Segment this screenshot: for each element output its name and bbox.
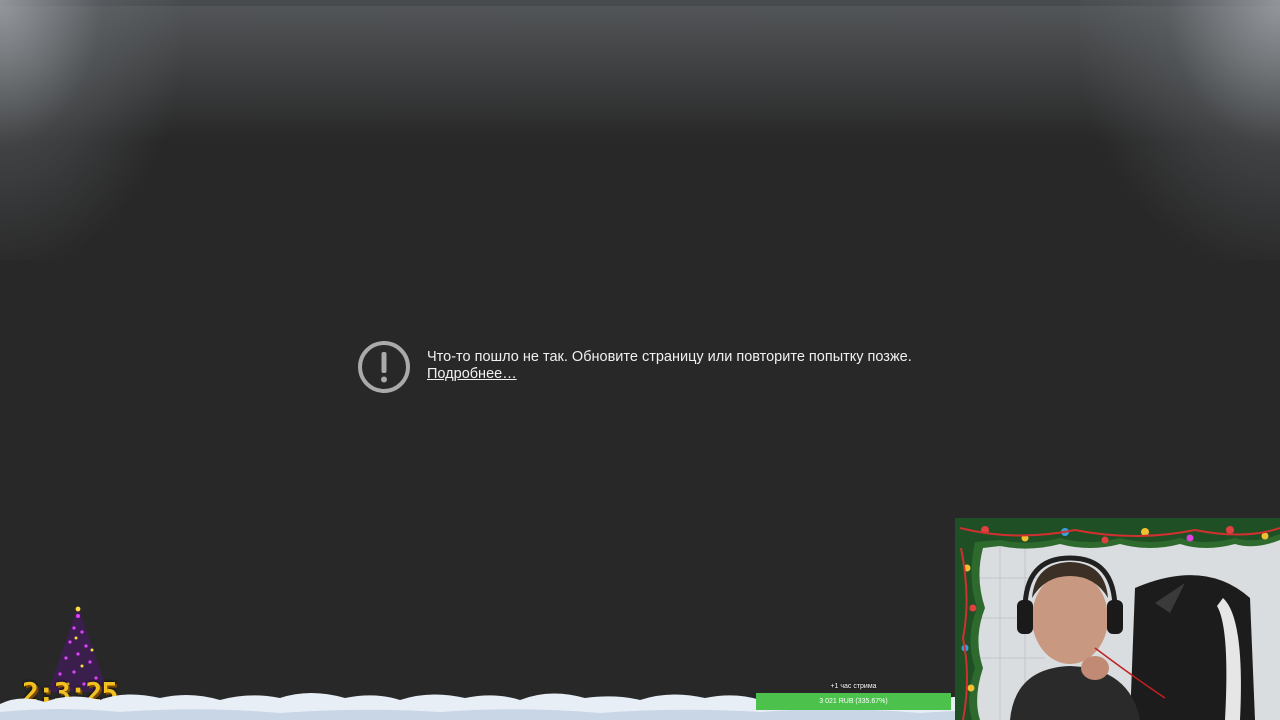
stream-screen: Что-то пошло не так. Обновите страницу и… [0, 0, 1280, 720]
top-strip [0, 0, 1280, 6]
subathon-progress-text: 3 021 RUB (335.67%) [819, 698, 888, 705]
subathon-label: +1 час стрима [830, 683, 877, 690]
error-text-block: Что-то пошло не так. Обновите страницу и… [427, 340, 912, 383]
frost-vignette-right [1080, 0, 1280, 260]
frost-vignette-top [0, 0, 1280, 140]
subathon-progress-bar: 3 021 RUB (335.67%) [756, 693, 951, 710]
details-link[interactable]: Подробнее… [427, 366, 517, 382]
frost-vignette-left [0, 0, 180, 260]
error-message-text: Что-то пошло не так. Обновите страницу и… [427, 349, 912, 365]
error-message: Что-то пошло не так. Обновите страницу и… [357, 340, 912, 394]
webcam-feed [955, 518, 1280, 720]
exclamation-circle-icon [358, 341, 410, 393]
